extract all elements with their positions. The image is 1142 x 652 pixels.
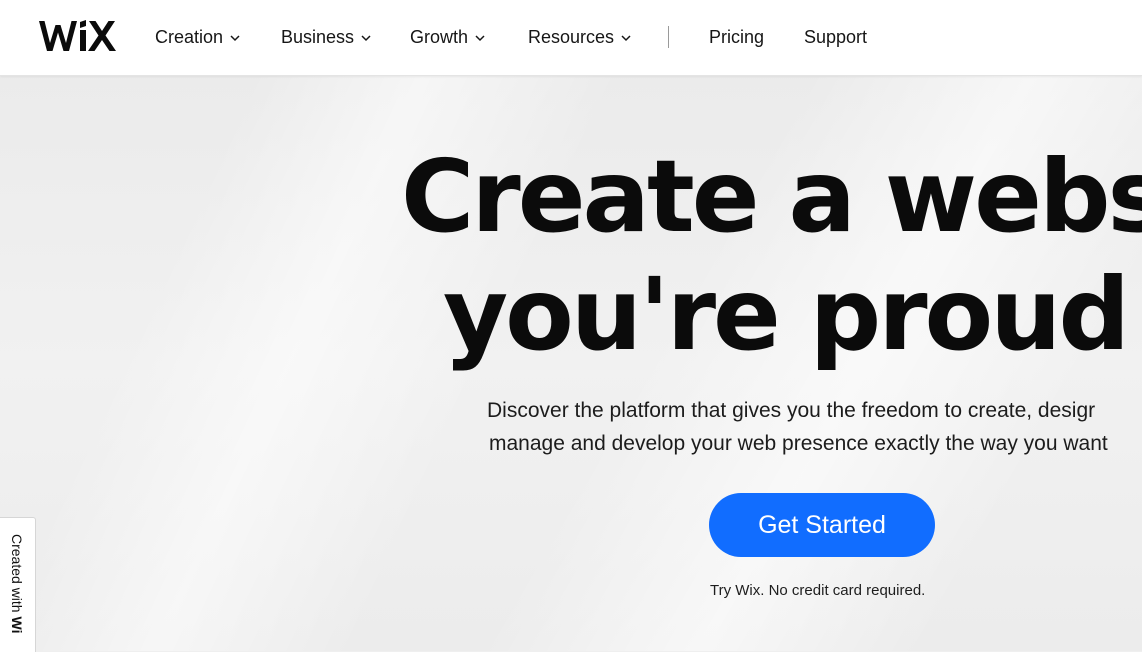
nav-divider bbox=[668, 26, 669, 48]
top-navbar: Creation Business Growth Resources Prici… bbox=[0, 0, 1142, 76]
nav-resources-label: Resources bbox=[528, 27, 615, 47]
get-started-button[interactable]: Get Started bbox=[709, 493, 935, 557]
chevron-down-icon bbox=[361, 34, 371, 41]
hero-title: Create a websi you're proud o bbox=[401, 138, 1142, 374]
hero-title-line-2: you're proud o bbox=[443, 256, 1142, 373]
badge-prefix: Created with bbox=[9, 534, 25, 617]
hero-subtitle-line-1: Discover the platform that gives you the… bbox=[487, 399, 1096, 422]
nav-business-label: Business bbox=[281, 27, 355, 47]
cta-note: Try Wix. No credit card required. bbox=[710, 582, 926, 599]
hero-section: Create a websi you're proud o Discover t… bbox=[0, 76, 1142, 651]
nav-pricing-link[interactable]: Pricing bbox=[709, 0, 764, 75]
nav-business[interactable]: Business bbox=[281, 0, 372, 75]
created-with-wix-label: Created with Wi bbox=[9, 534, 25, 633]
chevron-down-icon bbox=[475, 34, 485, 41]
nav-growth-label: Growth bbox=[410, 27, 469, 47]
nav-support-link[interactable]: Support bbox=[804, 0, 867, 75]
chevron-down-icon bbox=[621, 34, 631, 41]
nav-growth[interactable]: Growth bbox=[410, 0, 486, 75]
nav-creation[interactable]: Creation bbox=[155, 0, 241, 75]
badge-brand: Wi bbox=[9, 616, 25, 634]
hero-subtitle: Discover the platform that gives you the… bbox=[487, 394, 1108, 460]
created-with-wix-badge[interactable]: Created with Wi bbox=[0, 517, 36, 652]
hero-subtitle-line-2: manage and develop your web presence exa… bbox=[489, 432, 1108, 455]
nav-resources[interactable]: Resources bbox=[528, 0, 632, 75]
wix-logo[interactable] bbox=[38, 16, 118, 56]
chevron-down-icon bbox=[230, 34, 240, 41]
nav-creation-label: Creation bbox=[155, 27, 224, 47]
hero-title-line-1: Create a websi bbox=[401, 138, 1142, 255]
